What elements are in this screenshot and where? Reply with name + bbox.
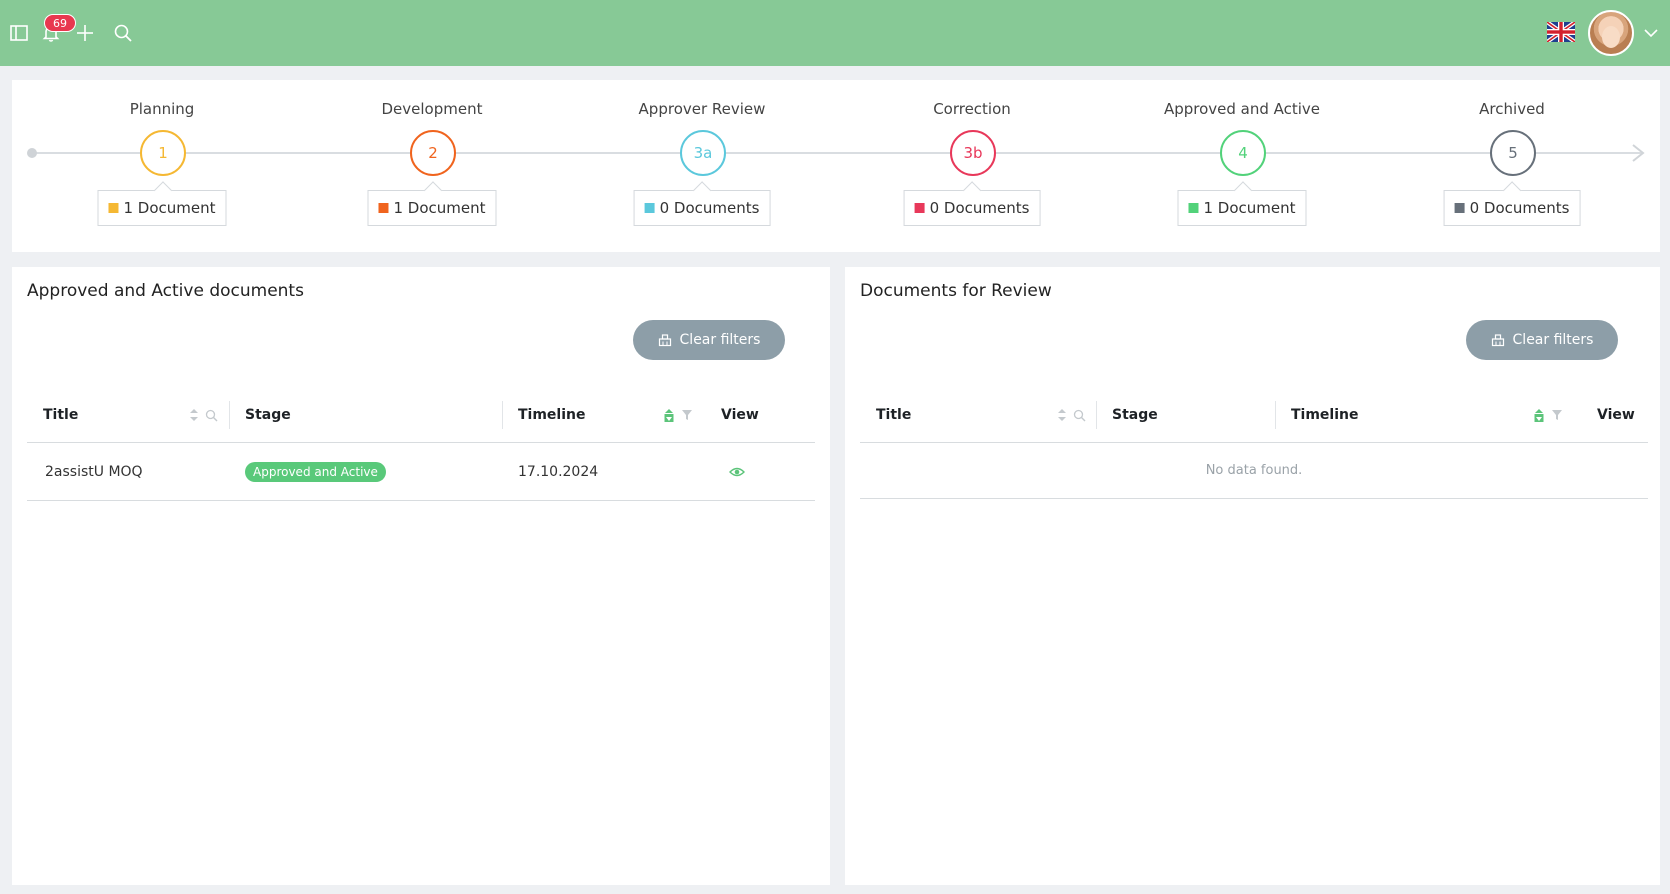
sort-active-icon[interactable]	[663, 408, 675, 423]
count-label: 0 Documents	[659, 199, 760, 217]
stage-number[interactable]: 3a	[680, 130, 726, 176]
status-badge: Approved and Active	[245, 462, 386, 482]
search-icon[interactable]	[205, 409, 218, 422]
count-label: 1 Document	[1203, 199, 1296, 217]
pipeline-line	[32, 152, 1642, 154]
documents-table: Title Stage Timeline View No data found.	[860, 387, 1648, 499]
stage-number[interactable]: 4	[1220, 130, 1266, 176]
stage-number[interactable]: 2	[410, 130, 456, 176]
color-square	[378, 203, 389, 213]
stage-document-count[interactable]: 1 Document	[367, 190, 497, 226]
broom-icon	[1491, 334, 1504, 347]
count-label: 0 Documents	[929, 199, 1030, 217]
color-square	[1188, 203, 1199, 213]
stage-pipeline: Planning 1 1 Document Development 2 1 Do…	[12, 80, 1660, 252]
table-header: Title Stage Timeline View	[27, 387, 815, 443]
sidebar-toggle-icon[interactable]	[6, 20, 32, 46]
column-view: View	[721, 407, 759, 423]
stage-cell: Approved and Active	[245, 443, 386, 501]
stage-number[interactable]: 5	[1490, 130, 1536, 176]
eye-icon[interactable]	[729, 466, 745, 478]
stage-number[interactable]: 3b	[950, 130, 996, 176]
search-icon[interactable]	[110, 20, 136, 46]
stage-number[interactable]: 1	[140, 130, 186, 176]
stage-name: Approved and Active	[1163, 100, 1321, 118]
chevron-down-icon[interactable]	[1638, 20, 1664, 46]
column-divider	[229, 401, 230, 429]
count-label: 1 Document	[393, 199, 486, 217]
sort-icon[interactable]	[1057, 408, 1067, 422]
plus-icon[interactable]	[72, 20, 98, 46]
clear-filters-label: Clear filters	[679, 332, 761, 348]
title-column-tools	[1057, 407, 1086, 423]
timeline-date: 17.10.2024	[518, 464, 599, 480]
column-divider	[1096, 401, 1097, 429]
document-title[interactable]: 2assistU MOQ	[45, 443, 143, 501]
stage-document-count[interactable]: 0 Documents	[633, 190, 771, 226]
stage-name: Development	[381, 100, 483, 118]
table-row[interactable]: 2assistU MOQ Approved and Active 17.10.2…	[27, 443, 815, 501]
sort-active-icon[interactable]	[1533, 408, 1545, 423]
uk-flag-icon[interactable]	[1545, 20, 1577, 44]
stage-name: Archived	[1479, 100, 1545, 118]
column-title[interactable]: Title	[43, 387, 78, 443]
documents-table: Title Stage Timeline View 2assistU MOQ A…	[27, 387, 815, 501]
timeline-column-tools	[663, 407, 693, 423]
color-square	[914, 203, 925, 213]
view-cell	[729, 443, 745, 501]
stage-name: Planning	[129, 100, 195, 118]
panel-title: Approved and Active documents	[27, 281, 304, 301]
top-bar: 69	[0, 0, 1670, 66]
filter-icon[interactable]	[1551, 409, 1563, 421]
pipeline-arrow-icon	[1627, 142, 1649, 164]
stage-document-count[interactable]: 1 Document	[1177, 190, 1307, 226]
clear-filters-button[interactable]: Clear filters	[1466, 320, 1618, 360]
stage-document-count[interactable]: 0 Documents	[1443, 190, 1581, 226]
column-title[interactable]: Title	[876, 387, 911, 443]
approved-active-panel: Approved and Active documents Clear filt…	[12, 267, 830, 885]
column-view: View	[1597, 407, 1635, 423]
empty-row: No data found.	[860, 443, 1648, 499]
table-header: Title Stage Timeline View	[860, 387, 1648, 443]
count-label: 1 Document	[123, 199, 216, 217]
search-icon[interactable]	[1073, 409, 1086, 422]
column-stage[interactable]: Stage	[245, 387, 291, 443]
clear-filters-button[interactable]: Clear filters	[633, 320, 785, 360]
count-label: 0 Documents	[1469, 199, 1570, 217]
title-column-tools	[189, 407, 218, 423]
clear-filters-label: Clear filters	[1512, 332, 1594, 348]
empty-state-text: No data found.	[1205, 463, 1303, 478]
broom-icon	[658, 334, 671, 347]
stage-name: Correction	[933, 100, 1011, 118]
column-stage[interactable]: Stage	[1112, 387, 1158, 443]
timeline-column-tools	[1533, 407, 1563, 423]
column-timeline[interactable]: Timeline	[518, 387, 586, 443]
column-timeline[interactable]: Timeline	[1291, 387, 1359, 443]
color-square	[108, 203, 119, 213]
column-divider	[502, 401, 503, 429]
stage-document-count[interactable]: 1 Document	[97, 190, 227, 226]
column-divider	[1275, 401, 1276, 429]
sort-icon[interactable]	[189, 408, 199, 422]
user-avatar[interactable]	[1588, 10, 1634, 56]
stage-document-count[interactable]: 0 Documents	[903, 190, 1041, 226]
panel-title: Documents for Review	[860, 281, 1052, 301]
color-square	[644, 203, 655, 213]
color-square	[1454, 203, 1465, 213]
pipeline-start-dot	[27, 148, 37, 158]
documents-for-review-panel: Documents for Review Clear filters Title…	[845, 267, 1660, 885]
stage-name: Approver Review	[638, 100, 766, 118]
filter-icon[interactable]	[681, 409, 693, 421]
